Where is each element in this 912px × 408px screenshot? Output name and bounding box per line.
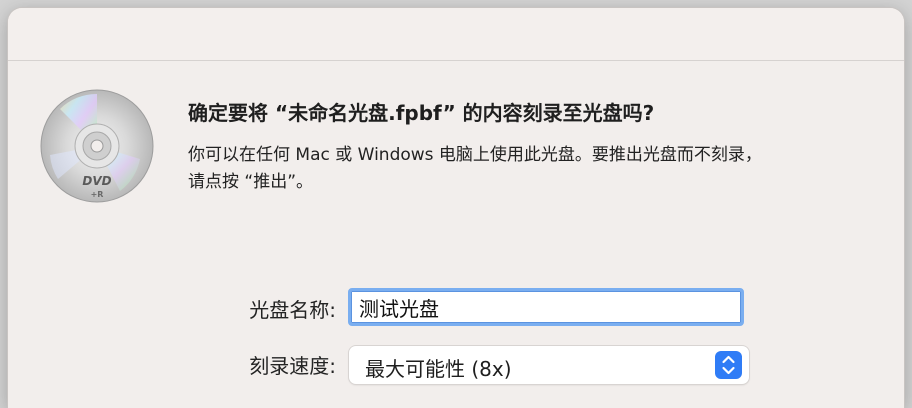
dialog-message: 你可以在任何 Mac 或 Windows 电脑上使用此光盘。要推出光盘而不刻录，… (188, 142, 868, 196)
dialog-heading: 确定要将 “未命名光盘.fpbf” 的内容刻录至光盘吗? (188, 101, 655, 125)
select-stepper-icon (715, 351, 742, 379)
dialog-titlebar (8, 8, 904, 61)
dialog-message-line2: 请点按 “推出”。 (188, 172, 314, 192)
disc-name-input[interactable] (348, 288, 744, 326)
chevron-up-down-icon (722, 355, 735, 375)
burn-speed-value: 最大可能性 (8x) (365, 357, 512, 381)
dvd-logo-text: DVD (82, 174, 111, 188)
dvd-r-disc-icon: DVD +R (40, 89, 154, 203)
dialog-message-line1: 你可以在任何 Mac 或 Windows 电脑上使用此光盘。要推出光盘而不刻录， (188, 145, 762, 165)
burn-disc-dialog: DVD +R 确定要将 “未命名光盘.fpbf” 的内容刻录至光盘吗? 你可以在… (8, 8, 904, 408)
dvd-format-text: +R (91, 190, 104, 199)
burn-speed-label: 刻录速度: (249, 354, 336, 378)
disc-name-label: 光盘名称: (249, 298, 336, 322)
burn-speed-select[interactable]: 最大可能性 (8x) (349, 346, 749, 384)
